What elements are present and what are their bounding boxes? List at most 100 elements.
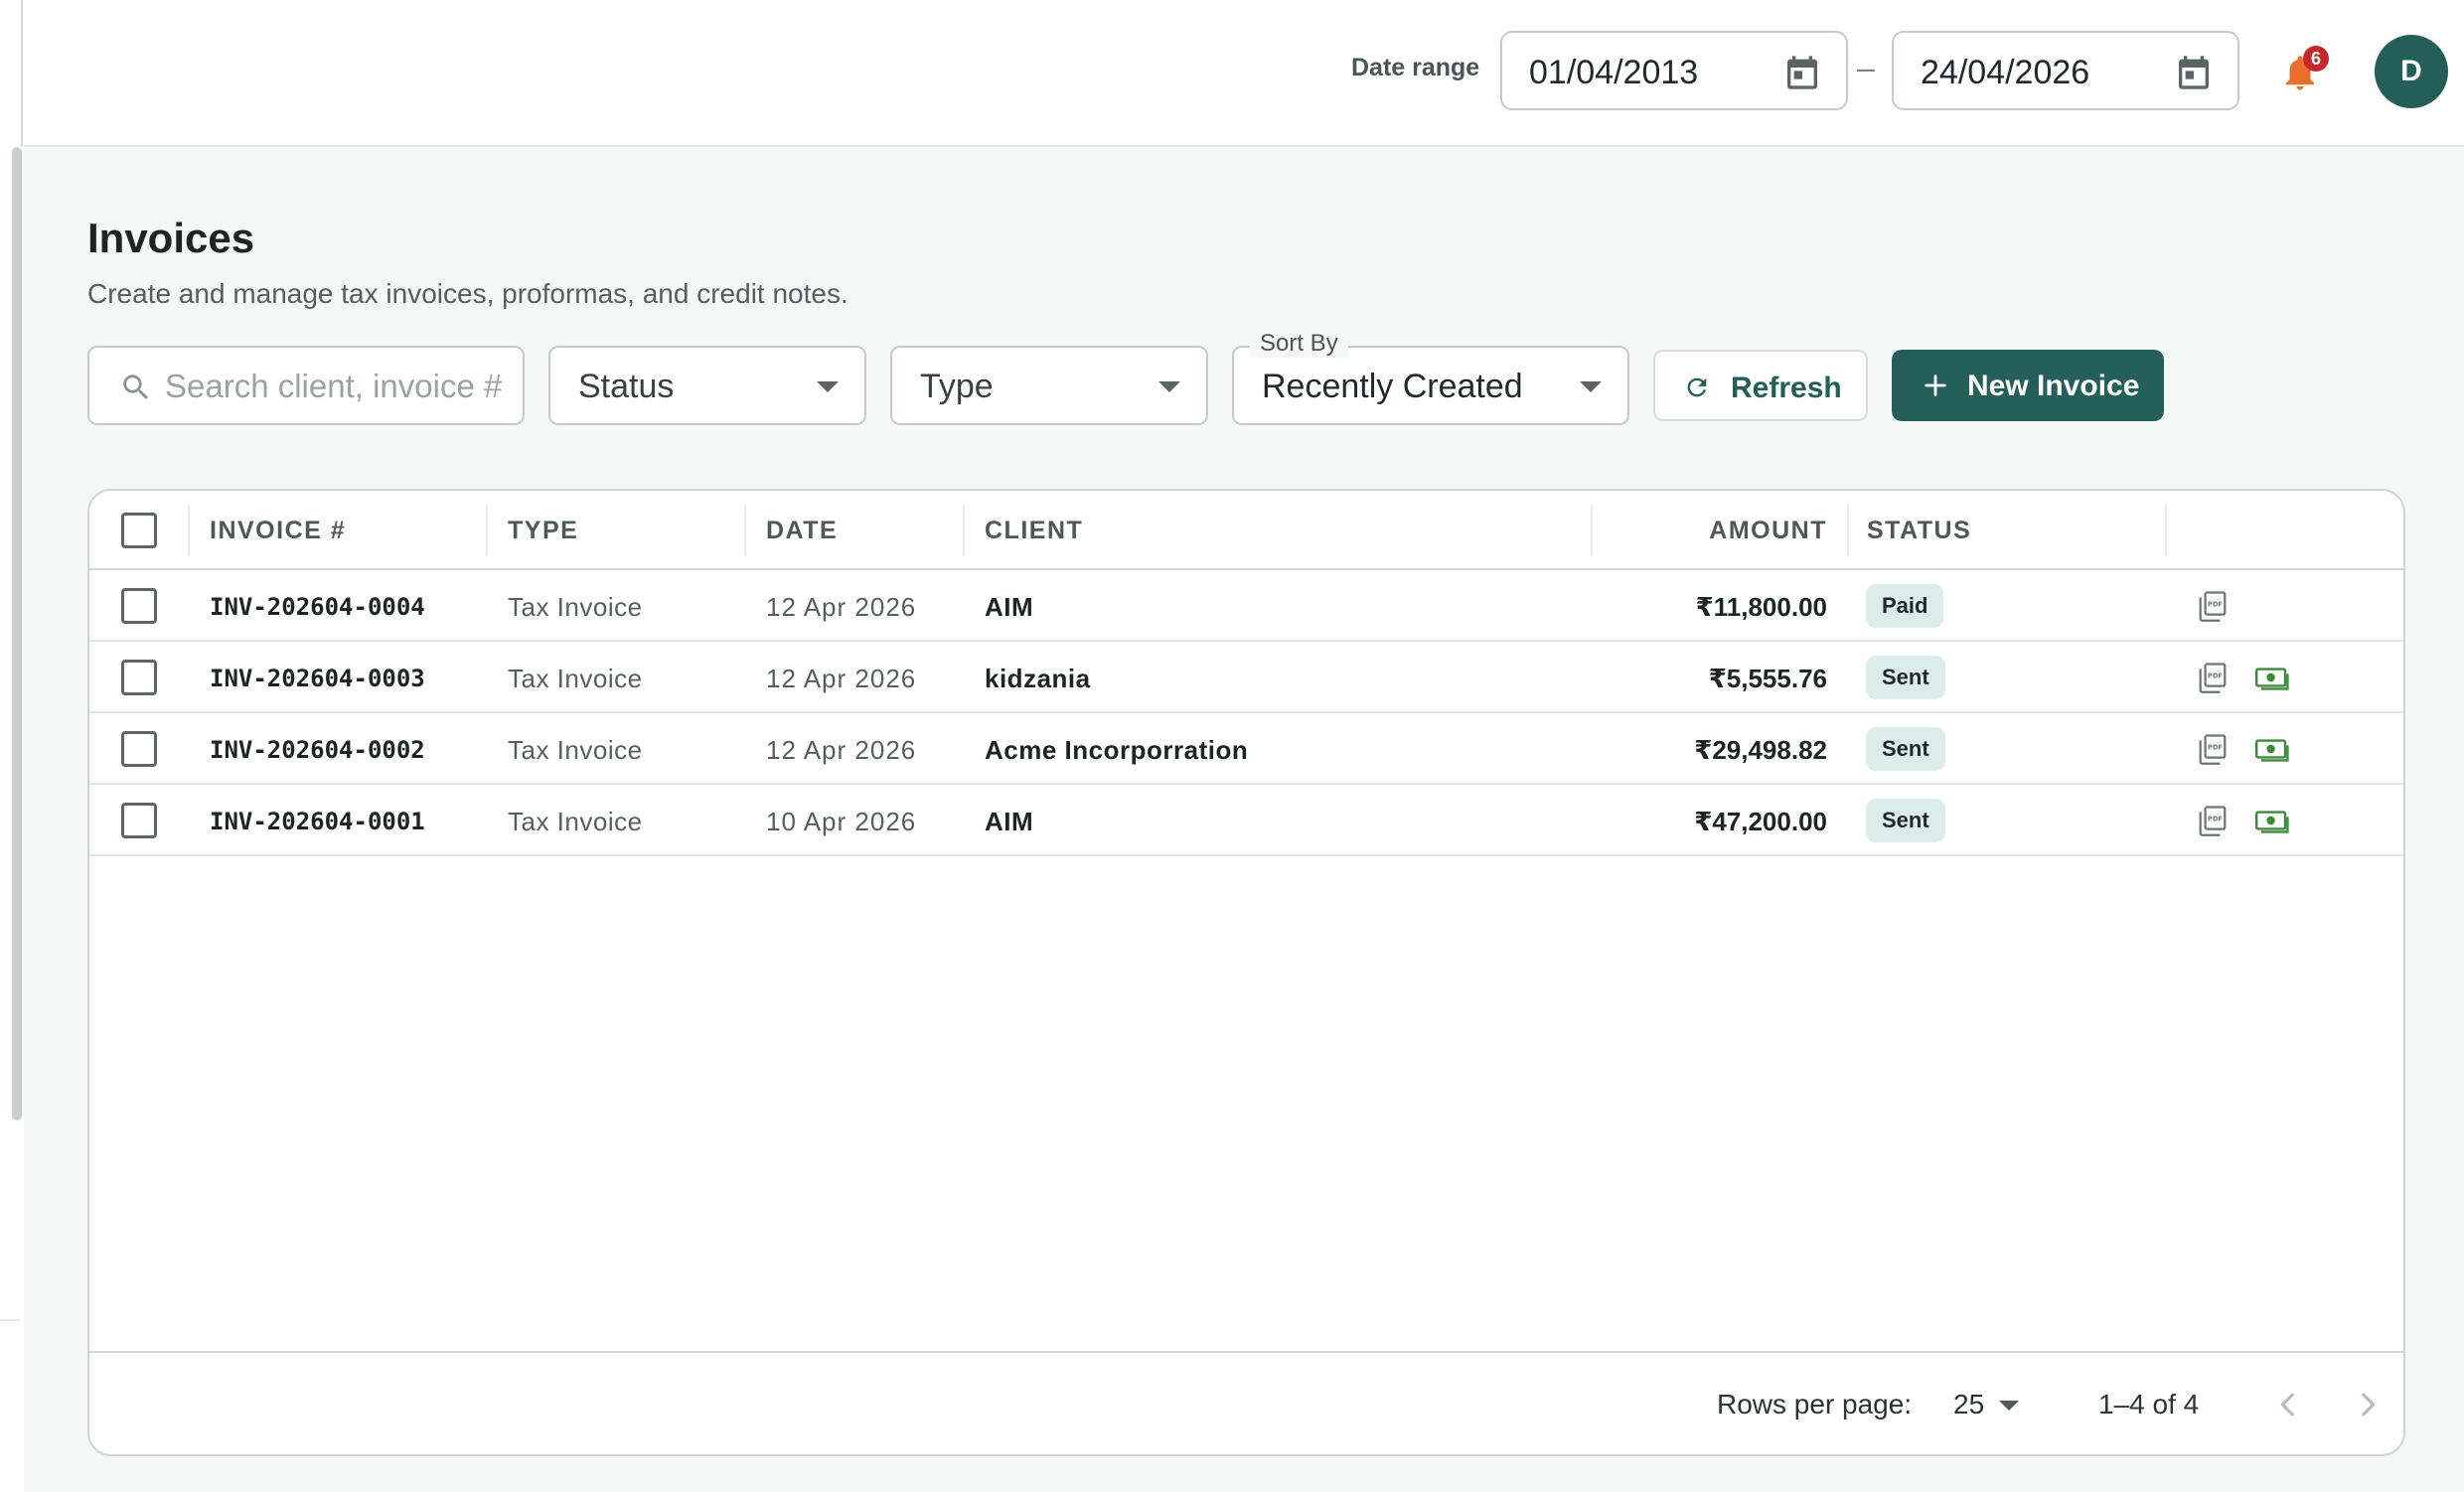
chevron-down-icon — [1580, 381, 1602, 392]
column-divider — [744, 505, 746, 556]
cash-icon[interactable] — [2255, 807, 2291, 834]
column-header-type[interactable]: TYPE — [508, 517, 578, 545]
search-icon — [123, 374, 149, 400]
date-range-separator: – — [1857, 50, 1875, 85]
pdf-icon[interactable]: PDF — [2198, 805, 2228, 836]
column-divider — [486, 505, 488, 556]
svg-text:PDF: PDF — [2208, 601, 2224, 609]
type-filter-label: Type — [920, 368, 994, 405]
refresh-label: Refresh — [1731, 372, 1842, 404]
left-sidebar-edge — [0, 0, 24, 1492]
invoice-number[interactable]: INV-202604-0004 — [210, 593, 425, 621]
page-subtitle: Create and manage tax invoices, proforma… — [87, 278, 848, 309]
column-header-amount[interactable]: AMOUNT — [1709, 517, 1827, 545]
column-divider — [963, 505, 965, 556]
invoice-date: 10 Apr 2026 — [766, 807, 917, 836]
status-badge: Sent — [1866, 656, 1945, 699]
sort-by-select[interactable]: Sort By Recently Created — [1232, 330, 1629, 425]
table-row[interactable]: INV-202604-0001 Tax Invoice 10 Apr 2026 … — [89, 785, 2403, 856]
invoice-client: AIM — [985, 807, 1034, 836]
invoice-number[interactable]: INV-202604-0003 — [210, 665, 425, 692]
sidebar-separator — [0, 1319, 20, 1321]
sort-by-value: Recently Created — [1262, 368, 1523, 405]
calendar-icon[interactable] — [2174, 53, 2214, 92]
row-checkbox[interactable] — [121, 731, 157, 767]
invoice-date: 12 Apr 2026 — [766, 664, 917, 693]
start-date-field[interactable]: 01/04/2013 — [1500, 31, 1848, 110]
calendar-icon[interactable] — [1782, 53, 1822, 92]
invoice-amount: ₹11,800.00 — [1695, 592, 1827, 622]
cash-icon[interactable] — [2255, 735, 2291, 763]
pdf-icon[interactable]: PDF — [2198, 662, 2228, 693]
pdf-icon[interactable]: PDF — [2198, 590, 2228, 622]
status-badge: Paid — [1866, 584, 1944, 628]
invoices-table: INVOICE # TYPE DATE CLIENT AMOUNT STATUS… — [87, 489, 2405, 1456]
invoice-number[interactable]: INV-202604-0001 — [210, 808, 425, 835]
table-row[interactable]: INV-202604-0003 Tax Invoice 12 Apr 2026 … — [89, 642, 2403, 713]
svg-text:PDF: PDF — [2208, 744, 2224, 752]
chevron-right-icon[interactable] — [2351, 1387, 2385, 1422]
cash-icon[interactable] — [2255, 664, 2291, 691]
invoice-amount: ₹47,200.00 — [1694, 807, 1827, 836]
status-filter-select[interactable]: Status — [548, 346, 866, 425]
user-avatar[interactable]: D — [2375, 35, 2448, 108]
row-checkbox[interactable] — [121, 588, 157, 624]
select-all-checkbox[interactable] — [121, 513, 157, 548]
column-header-status[interactable]: STATUS — [1867, 517, 1971, 545]
chevron-down-icon[interactable] — [1999, 1401, 2019, 1411]
column-divider — [2165, 505, 2167, 556]
type-filter-select[interactable]: Type — [890, 346, 1208, 425]
chevron-left-icon[interactable] — [2271, 1387, 2305, 1422]
table-row[interactable]: INV-202604-0004 Tax Invoice 12 Apr 2026 … — [89, 570, 2403, 642]
invoice-client: AIM — [985, 592, 1034, 622]
refresh-icon — [1687, 377, 1707, 397]
column-divider — [188, 505, 190, 556]
status-badge: Sent — [1866, 799, 1945, 842]
invoice-type: Tax Invoice — [508, 664, 643, 693]
row-checkbox[interactable] — [121, 660, 157, 695]
column-header-invoice[interactable]: INVOICE # — [210, 517, 346, 545]
start-date-value: 01/04/2013 — [1529, 54, 1699, 91]
notification-count-badge: 6 — [2303, 46, 2329, 72]
invoice-amount: ₹5,555.76 — [1708, 664, 1827, 693]
top-bar: Date range 01/04/2013 – 24/04/2026 6 D — [24, 0, 2464, 147]
column-divider — [1847, 505, 1849, 556]
svg-text:PDF: PDF — [2208, 816, 2224, 823]
sidebar-scrollbar[interactable] — [12, 147, 22, 1120]
invoice-date: 12 Apr 2026 — [766, 735, 917, 765]
end-date-field[interactable]: 24/04/2026 — [1892, 31, 2239, 110]
sort-by-label: Sort By — [1250, 330, 1348, 358]
row-checkbox[interactable] — [121, 803, 157, 838]
search-input[interactable] — [165, 366, 509, 407]
invoice-client: Acme Incorporration — [985, 735, 1249, 765]
invoice-type: Tax Invoice — [508, 807, 643, 836]
invoice-amount: ₹29,498.82 — [1694, 735, 1827, 765]
invoice-type: Tax Invoice — [508, 735, 643, 765]
status-filter-label: Status — [578, 368, 675, 405]
status-badge: Sent — [1866, 727, 1945, 771]
end-date-value: 24/04/2026 — [1921, 54, 2090, 91]
sidebar-divider — [21, 0, 23, 147]
chevron-down-icon — [1158, 381, 1180, 392]
chevron-down-icon — [817, 381, 839, 392]
page-title: Invoices — [87, 215, 255, 261]
rows-per-page-label: Rows per page: — [1717, 1389, 1913, 1419]
column-divider — [1591, 505, 1593, 556]
invoice-type: Tax Invoice — [508, 592, 643, 622]
rows-per-page-select[interactable]: 25 — [1953, 1389, 1984, 1420]
search-field[interactable] — [87, 346, 525, 425]
invoice-date: 12 Apr 2026 — [766, 592, 917, 622]
invoice-number[interactable]: INV-202604-0002 — [210, 736, 425, 764]
table-pagination: Rows per page: 25 1–4 of 4 — [89, 1351, 2403, 1454]
svg-text:PDF: PDF — [2208, 672, 2224, 680]
pdf-icon[interactable]: PDF — [2198, 733, 2228, 765]
refresh-button[interactable]: Refresh — [1653, 350, 1868, 421]
plus-icon — [1925, 374, 1946, 396]
column-header-date[interactable]: DATE — [766, 517, 838, 545]
invoice-client: kidzania — [985, 664, 1091, 693]
table-row[interactable]: INV-202604-0002 Tax Invoice 12 Apr 2026 … — [89, 713, 2403, 785]
new-invoice-label: New Invoice — [1967, 370, 2140, 402]
column-header-client[interactable]: CLIENT — [985, 517, 1083, 545]
new-invoice-button[interactable]: New Invoice — [1892, 350, 2164, 421]
table-header: INVOICE # TYPE DATE CLIENT AMOUNT STATUS — [89, 491, 2403, 570]
